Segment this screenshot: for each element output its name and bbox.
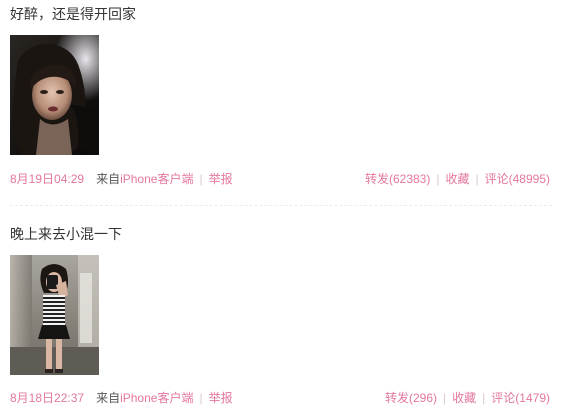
favorite-link[interactable]: 收藏: [445, 172, 469, 186]
favorite-link[interactable]: 收藏: [452, 391, 476, 405]
repost-link[interactable]: 转发(62383): [365, 172, 430, 186]
separator: |: [443, 391, 447, 405]
post-photo-thumbnail[interactable]: [10, 35, 99, 155]
post-timestamp-link[interactable]: 8月19日04:29: [10, 172, 84, 186]
report-link[interactable]: 举报: [209, 172, 233, 186]
separator: |: [436, 172, 440, 186]
report-link[interactable]: 举报: [209, 391, 233, 405]
post-timestamp-link[interactable]: 8月18日22:37: [10, 391, 84, 405]
post-text: 好醉，还是得开回家: [10, 6, 136, 22]
separator: |: [199, 391, 203, 405]
source-prefix: 来自: [96, 391, 121, 405]
separator: |: [199, 172, 203, 186]
repost-link[interactable]: 转发(296): [385, 391, 437, 405]
source-client-link[interactable]: iPhone客户端: [120, 172, 193, 186]
post-divider: [10, 205, 552, 206]
mirror-selfie-photo-image: [10, 255, 99, 375]
source-client-link[interactable]: iPhone客户端: [120, 391, 193, 405]
post-photo-thumbnail[interactable]: [10, 255, 99, 375]
post-text: 晚上来去小混一下: [10, 226, 122, 242]
selfie-photo-image: [10, 35, 99, 155]
source-prefix: 来自: [96, 172, 121, 186]
comment-link[interactable]: 评论(1479): [491, 391, 550, 405]
separator: |: [482, 391, 486, 405]
post-meta-bar: 8月18日22:37 来自iPhone客户端 | 举报 转发(296) | 收藏 | 评论(1…: [0, 390, 552, 406]
comment-link[interactable]: 评论(48995): [485, 172, 550, 186]
separator: |: [475, 172, 479, 186]
post-meta-bar: 8月19日04:29 来自iPhone客户端 | 举报 转发(62383) | 收藏 | 评论…: [0, 171, 552, 187]
